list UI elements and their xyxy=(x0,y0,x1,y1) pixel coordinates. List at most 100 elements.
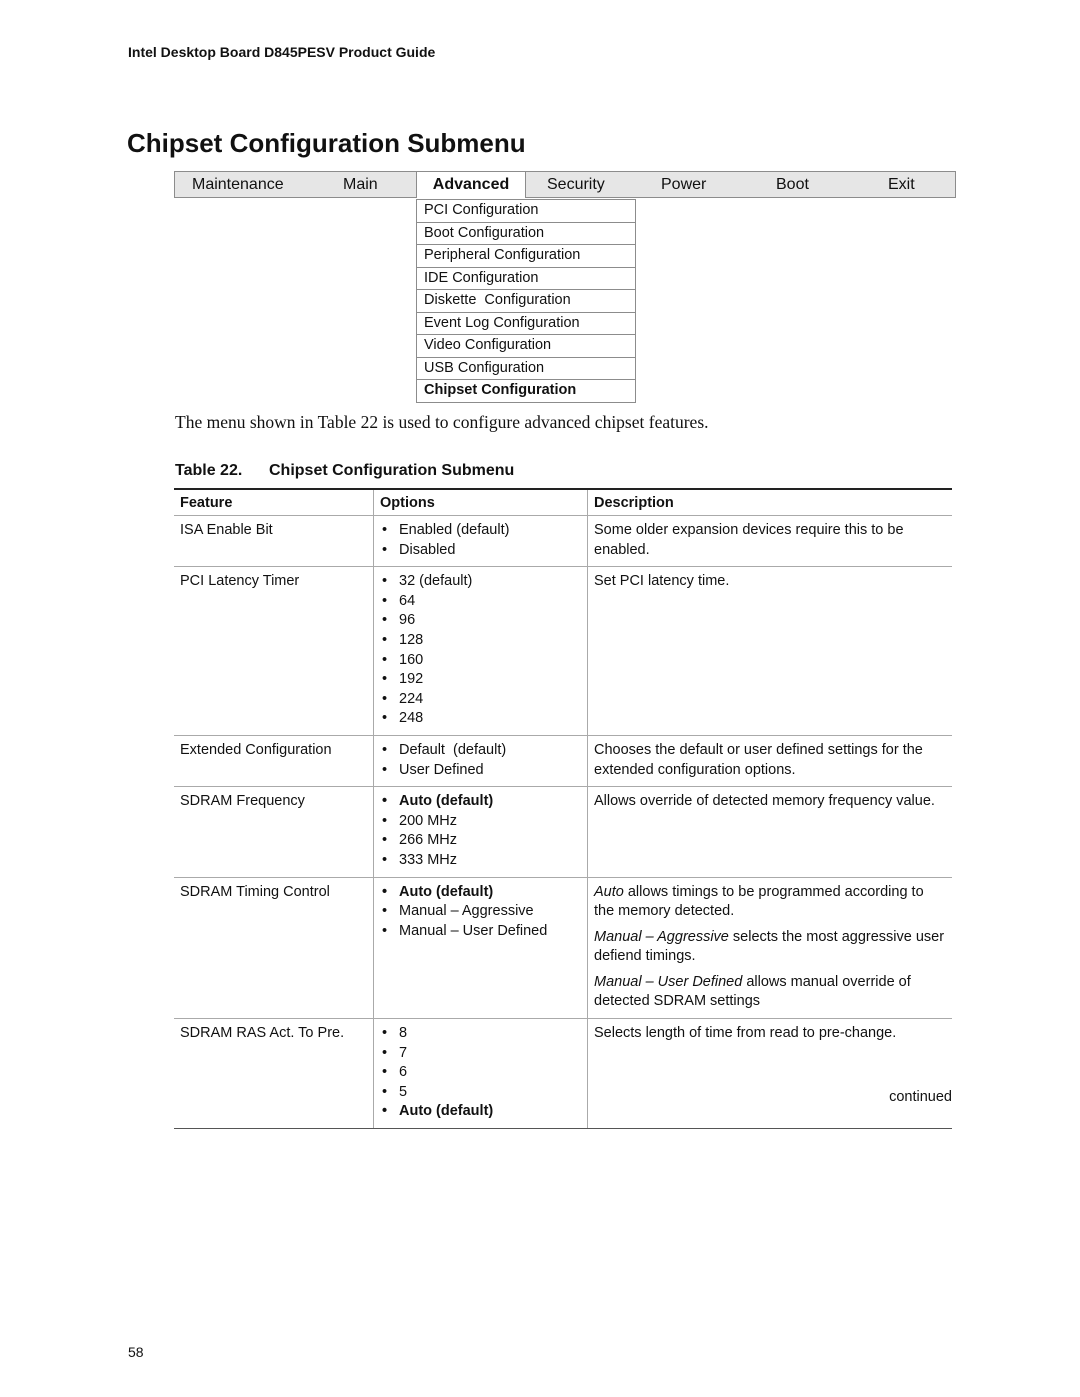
tab-exit[interactable]: Exit xyxy=(888,172,915,198)
description-text: Selects length of time from read to pre-… xyxy=(594,1025,897,1042)
options-cell: Enabled (default)Disabled xyxy=(373,515,588,568)
description-emphasis: Manual – User Defined xyxy=(594,973,743,990)
description-paragraph: Allows override of detected memory frequ… xyxy=(594,792,946,812)
feature-cell: SDRAM RAS Act. To Pre. xyxy=(174,1018,374,1130)
continued-label: continued xyxy=(889,1089,952,1105)
feature-cell: SDRAM Timing Control xyxy=(174,877,374,1020)
description-paragraph: Selects length of time from read to pre-… xyxy=(594,1024,946,1044)
tab-advanced[interactable]: Advanced xyxy=(416,172,526,198)
tab-boot[interactable]: Boot xyxy=(776,172,809,198)
description-paragraph: Manual – Aggressive selects the most agg… xyxy=(594,928,946,967)
options-list: Enabled (default)Disabled xyxy=(380,521,581,560)
options-cell: Auto (default)200 MHz266 MHz333 MHz xyxy=(373,786,588,878)
running-header: Intel Desktop Board D845PESV Product Gui… xyxy=(128,44,436,60)
description-cell: Chooses the default or user defined sett… xyxy=(587,735,952,788)
option-item: 64 xyxy=(380,592,581,612)
submenu-item-chipset-configuration[interactable]: Chipset Configuration xyxy=(417,379,635,402)
header-description: Description xyxy=(587,488,952,516)
tab-maintenance[interactable]: Maintenance xyxy=(192,172,284,198)
description-text: Set PCI latency time. xyxy=(594,573,730,590)
option-item: User Defined xyxy=(380,761,581,781)
advanced-submenu: PCI Configuration Boot Configuration Per… xyxy=(416,199,636,403)
header-options: Options xyxy=(373,488,588,516)
option-item: 96 xyxy=(380,611,581,631)
header-feature: Feature xyxy=(174,488,374,516)
option-item: Manual – Aggressive xyxy=(380,902,581,922)
option-item: 32 (default) xyxy=(380,572,581,592)
option-item: 266 MHz xyxy=(380,831,581,851)
table-body: ISA Enable BitEnabled (default)DisabledS… xyxy=(174,515,952,1130)
description-paragraph: Manual – User Defined allows manual over… xyxy=(594,973,946,1012)
option-item: 6 xyxy=(380,1063,581,1083)
table-caption-number: Table 22. xyxy=(175,462,243,479)
description-cell: Some older expansion devices require thi… xyxy=(587,515,952,568)
table-header-row: Feature Options Description xyxy=(174,488,952,516)
option-item: 5 xyxy=(380,1083,581,1103)
option-item: 8 xyxy=(380,1024,581,1044)
feature-cell: PCI Latency Timer xyxy=(174,566,374,736)
submenu-item-ide-configuration[interactable]: IDE Configuration xyxy=(417,266,635,290)
description-text: Allows override of detected memory frequ… xyxy=(594,793,935,810)
description-cell: Auto allows timings to be programmed acc… xyxy=(587,877,952,1020)
description-emphasis: Auto xyxy=(594,883,624,900)
options-cell: 8765Auto (default) xyxy=(373,1018,588,1130)
description-cell: Set PCI latency time. xyxy=(587,566,952,736)
feature-cell: ISA Enable Bit xyxy=(174,515,374,568)
page-title: Chipset Configuration Submenu xyxy=(127,128,526,158)
option-item: Default (default) xyxy=(380,741,581,761)
options-list: 32 (default)6496128160192224248 xyxy=(380,572,581,729)
option-item: Auto (default) xyxy=(380,883,581,903)
tab-power[interactable]: Power xyxy=(661,172,706,198)
table-row: SDRAM RAS Act. To Pre.8765Auto (default)… xyxy=(174,1018,952,1130)
table-row: SDRAM FrequencyAuto (default)200 MHz266 … xyxy=(174,786,952,878)
options-list: 8765Auto (default) xyxy=(380,1024,581,1122)
submenu-item-peripheral-configuration[interactable]: Peripheral Configuration xyxy=(417,244,635,267)
bios-menu-bar: Maintenance Main Advanced Security Power… xyxy=(174,171,956,198)
submenu-item-usb-configuration[interactable]: USB Configuration xyxy=(417,356,635,380)
options-cell: Auto (default)Manual – AggressiveManual … xyxy=(373,877,588,1020)
table-row: Extended ConfigurationDefault (default)U… xyxy=(174,735,952,788)
description-text: allows timings to be programmed accordin… xyxy=(594,883,924,920)
option-item: 200 MHz xyxy=(380,812,581,832)
description-text: Some older expansion devices require thi… xyxy=(594,522,904,558)
tab-security[interactable]: Security xyxy=(547,172,605,198)
options-list: Auto (default)Manual – AggressiveManual … xyxy=(380,883,581,942)
submenu-item-video-configuration[interactable]: Video Configuration xyxy=(417,334,635,357)
submenu-item-pci-configuration[interactable]: PCI Configuration xyxy=(417,199,635,222)
submenu-item-event-log-configuration[interactable]: Event Log Configuration xyxy=(417,311,635,335)
option-item: 224 xyxy=(380,690,581,710)
description-paragraph: Chooses the default or user defined sett… xyxy=(594,741,946,780)
description-emphasis: Manual – Aggressive xyxy=(594,928,729,945)
options-list: Default (default)User Defined xyxy=(380,741,581,780)
description-paragraph: Auto allows timings to be programmed acc… xyxy=(594,883,946,922)
option-item: 7 xyxy=(380,1044,581,1064)
option-item: 128 xyxy=(380,631,581,651)
option-item: Auto (default) xyxy=(380,792,581,812)
options-list: Auto (default)200 MHz266 MHz333 MHz xyxy=(380,792,581,870)
description-paragraph: Some older expansion devices require thi… xyxy=(594,521,946,560)
description-cell: Allows override of detected memory frequ… xyxy=(587,786,952,878)
option-item: 192 xyxy=(380,670,581,690)
options-cell: 32 (default)6496128160192224248 xyxy=(373,566,588,736)
submenu-item-diskette-configuration[interactable]: Diskette Configuration xyxy=(417,289,635,312)
option-item: 248 xyxy=(380,709,581,729)
options-cell: Default (default)User Defined xyxy=(373,735,588,788)
table-row: PCI Latency Timer32 (default)64961281601… xyxy=(174,566,952,736)
option-item: Disabled xyxy=(380,541,581,561)
page-number: 58 xyxy=(128,1344,144,1360)
submenu-item-boot-configuration[interactable]: Boot Configuration xyxy=(417,221,635,245)
description-cell: Selects length of time from read to pre-… xyxy=(587,1018,952,1130)
tab-main[interactable]: Main xyxy=(343,172,378,198)
feature-cell: SDRAM Frequency xyxy=(174,786,374,878)
chipset-configuration-table: Feature Options Description ISA Enable B… xyxy=(174,488,952,1130)
table-caption: Table 22. Chipset Configuration Submenu xyxy=(175,462,514,480)
option-item: Auto (default) xyxy=(380,1102,581,1122)
option-item: Manual – User Defined xyxy=(380,922,581,942)
table-caption-title: Chipset Configuration Submenu xyxy=(269,462,515,479)
option-item: 160 xyxy=(380,651,581,671)
description-text: Chooses the default or user defined sett… xyxy=(594,741,923,778)
table-row: SDRAM Timing ControlAuto (default)Manual… xyxy=(174,877,952,1020)
option-item: 333 MHz xyxy=(380,851,581,871)
option-item: Enabled (default) xyxy=(380,521,581,541)
table-row: ISA Enable BitEnabled (default)DisabledS… xyxy=(174,515,952,568)
